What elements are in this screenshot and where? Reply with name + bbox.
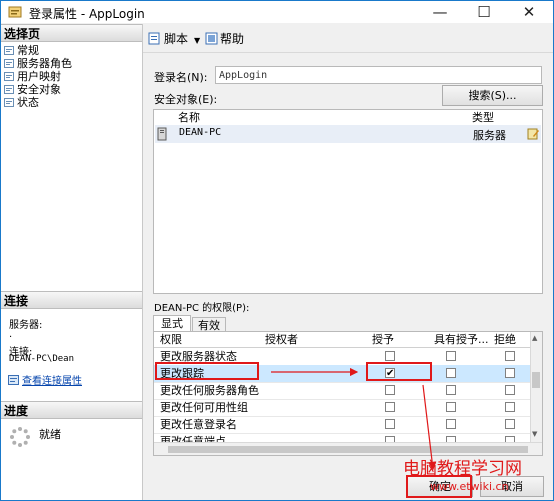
annotation-arrows xyxy=(271,367,437,471)
watermark-url: www.etwiki.cn xyxy=(430,480,509,493)
login-properties-window: 登录属性 - AppLogin — ☐ ✕ 选择页 常规 服务器角色 用户映射 … xyxy=(0,0,554,501)
watermark-title: 电脑教程学习网 xyxy=(403,459,522,479)
